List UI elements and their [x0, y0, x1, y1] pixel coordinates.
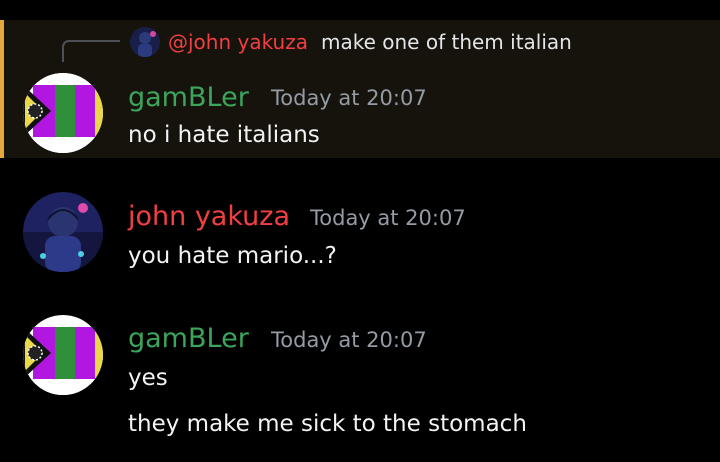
message-author[interactable]: john yakuza	[128, 200, 290, 234]
reply-mention[interactable]: @john yakuza	[168, 28, 308, 56]
reply-preview-text[interactable]: make one of them italian	[321, 28, 572, 56]
message-timestamp: Today at 20:07	[271, 328, 427, 352]
avatar[interactable]	[23, 315, 103, 395]
message-author[interactable]: gamBLer	[128, 322, 249, 356]
message-content: you hate mario...?	[128, 243, 337, 269]
avatar[interactable]	[23, 192, 103, 272]
message-content: they make me sick to the stomach	[128, 411, 527, 437]
message-author[interactable]: gamBLer	[128, 81, 249, 115]
message-timestamp: Today at 20:07	[310, 206, 466, 230]
message-timestamp: Today at 20:07	[271, 86, 427, 110]
message-content: yes	[128, 365, 168, 391]
reply-avatar[interactable]	[130, 27, 160, 57]
avatar[interactable]	[23, 73, 103, 153]
message-content: no i hate italians	[128, 122, 320, 148]
reply-spine	[62, 40, 120, 62]
mention-highlight-bar	[0, 20, 4, 158]
